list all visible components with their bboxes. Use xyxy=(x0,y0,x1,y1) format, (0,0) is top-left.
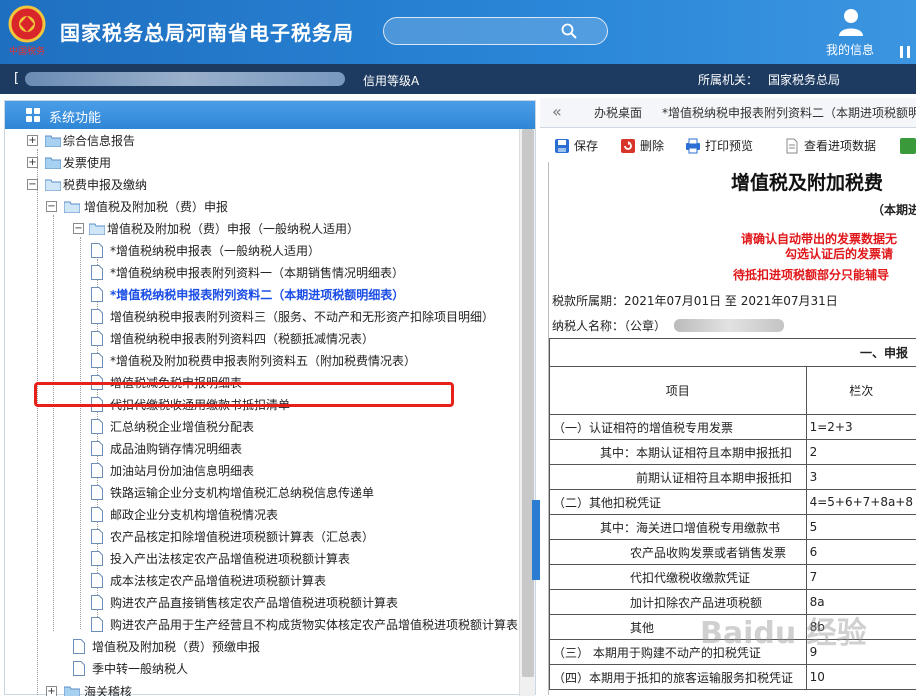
document-icon xyxy=(91,287,103,302)
form-title: 增值税及附加税费 xyxy=(731,168,883,195)
table-row: 农产品收购发票或者销售发票 6 xyxy=(550,540,916,565)
user-icon xyxy=(838,8,864,36)
table-row: 其中：海关进口增值税专用缴款书 5 xyxy=(550,515,916,540)
document-icon xyxy=(91,441,103,456)
credit-level: 信用等级A xyxy=(363,72,419,89)
document-icon xyxy=(91,507,103,522)
section-title: 一、申报 xyxy=(550,339,916,367)
document-icon xyxy=(91,331,103,346)
document-icon xyxy=(91,353,103,368)
table-row: 前期认证相符且本期申报抵扣 3 xyxy=(550,465,916,490)
table-row: 代扣代缴税收缴款凭证 7 xyxy=(550,565,916,590)
org-label: 所属机关： xyxy=(698,71,758,88)
document-icon xyxy=(91,309,103,324)
collapse-minus-icon[interactable]: − xyxy=(73,223,84,234)
document-icon xyxy=(91,419,103,434)
taxpayer-name-redacted xyxy=(674,319,784,332)
document-icon xyxy=(91,485,103,500)
folder-icon xyxy=(45,157,61,169)
document-icon xyxy=(91,617,103,632)
panel-title: 系统功能 xyxy=(49,107,101,126)
form-subtitle: （本期进 xyxy=(872,201,916,218)
folder-open-icon xyxy=(45,179,61,191)
panel-splitter-handle[interactable] xyxy=(532,500,540,580)
org-value: 国家税务总局 xyxy=(768,71,840,88)
tax-emblem-icon: 中国税务 xyxy=(6,4,48,58)
table-row: 其中：本期认证相符且本期申报抵扣 2 xyxy=(550,440,916,465)
collapse-minus-icon[interactable]: − xyxy=(27,179,38,190)
section-header-row: 一、申报 xyxy=(550,339,916,367)
tab-desktop[interactable]: 办税桌面 xyxy=(594,104,642,121)
taxpayer-info-bar: [ 信用等级A 所属机关： 国家税务总局 xyxy=(0,64,916,94)
document-view-icon xyxy=(784,138,800,154)
tab-attachment-2[interactable]: *增值税纳税申报表附列资料二（本期进项税额明 xyxy=(662,104,916,121)
system-function-panel: 系统功能 + 综合信息报告 + 发票使用 − 税费申报及缴纳 − 增值税及附加税… xyxy=(4,100,536,695)
document-icon xyxy=(91,265,103,280)
my-info-label: 我的信息 xyxy=(826,41,874,58)
document-icon xyxy=(91,595,103,610)
info-bracket: [ xyxy=(14,71,19,86)
baidu-watermark: Baidu 经验 xyxy=(700,608,867,652)
function-tree: + 综合信息报告 + 发票使用 − 税费申报及缴纳 − 增值税及附加税（费）申报… xyxy=(5,129,519,696)
column-line-no: 栏次 xyxy=(806,367,916,415)
notice-checked-invoice: 勾选认证后的发票请 xyxy=(785,245,893,262)
settings-icon[interactable] xyxy=(890,6,916,60)
document-icon xyxy=(91,551,103,566)
delete-icon xyxy=(620,138,636,154)
document-icon xyxy=(91,529,103,544)
column-item: 项目 xyxy=(550,367,807,415)
expand-plus-icon[interactable]: + xyxy=(27,157,38,168)
save-icon xyxy=(554,138,570,154)
tab-strip: « 办税桌面 *增值税纳税申报表附列资料二（本期进项税额明 xyxy=(540,98,916,128)
expand-plus-icon[interactable]: + xyxy=(27,135,38,146)
grid-icon xyxy=(25,107,41,123)
table-row: （四）本期用于抵扣的旅客运输服务扣税凭证 10 xyxy=(550,665,916,690)
tax-period: 税款所属期：2021年07月01日 至 2021年07月31日 xyxy=(552,292,838,309)
search-box[interactable] xyxy=(383,17,608,45)
highlight-annotation xyxy=(34,382,454,407)
table-row: （一）认证相符的增值税专用发票 1=2+3 xyxy=(550,415,916,440)
search-input[interactable] xyxy=(384,18,564,44)
refresh-icon[interactable] xyxy=(900,138,916,154)
folder-open-icon xyxy=(89,223,105,235)
top-header: 中国税务 国家税务总局河南省电子税务局 我的信息 xyxy=(0,0,916,64)
svg-text:中国税务: 中国税务 xyxy=(9,45,45,57)
taxpayer-name-redacted xyxy=(25,72,345,86)
collapse-minus-icon[interactable]: − xyxy=(46,201,57,212)
document-icon xyxy=(73,639,85,654)
form-toolbar: 保存 删除 打印预览 查看进项数据 xyxy=(548,136,916,158)
folder-open-icon xyxy=(64,201,80,213)
document-icon xyxy=(91,243,103,258)
scrollbar-thumb[interactable] xyxy=(522,129,534,677)
document-icon xyxy=(73,661,85,676)
document-icon xyxy=(91,463,103,478)
taxpayer-name-label: 纳税人名称：（公章） xyxy=(552,317,666,334)
print-icon xyxy=(685,138,701,154)
folder-icon xyxy=(45,135,61,147)
notice-pending-deduction: 待抵扣进项税额部分只能辅导 xyxy=(733,266,889,283)
app-title: 国家税务总局河南省电子税务局 xyxy=(60,17,354,46)
tree-scrollbar[interactable] xyxy=(519,129,535,696)
panel-header: 系统功能 xyxy=(5,101,535,129)
tab-scroll-left-icon[interactable]: « xyxy=(552,102,562,121)
document-icon xyxy=(91,573,103,588)
search-icon[interactable] xyxy=(561,23,577,39)
column-header-row: 项目 栏次 xyxy=(550,367,916,415)
my-info-button[interactable]: 我的信息 xyxy=(822,6,882,60)
table-row: （二）其他扣税凭证 4=5+6+7+8a+8 xyxy=(550,490,916,515)
